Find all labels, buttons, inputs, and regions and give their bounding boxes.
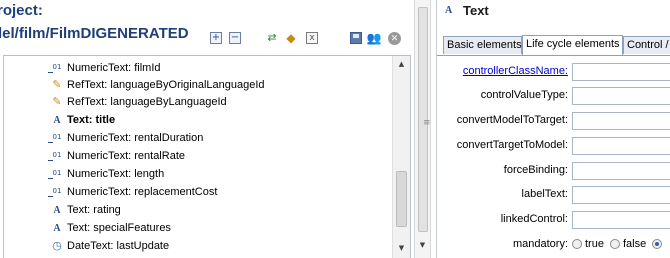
numeric-icon: 01 bbox=[47, 151, 62, 161]
save-icon[interactable] bbox=[350, 32, 362, 44]
tree-item[interactable]: 01 NumericText: filmId bbox=[47, 59, 161, 77]
ref-icon: ✎ bbox=[52, 95, 62, 108]
mandatory-true-radio[interactable] bbox=[572, 239, 582, 249]
tree-scrollbar[interactable]: ▲ ▼ bbox=[392, 56, 410, 258]
tree-item-label: Text: title bbox=[67, 114, 116, 126]
property-label: linkedControl: bbox=[500, 213, 568, 225]
properties-title: Text bbox=[463, 3, 489, 18]
property-value-field[interactable] bbox=[572, 137, 670, 155]
mandatory-third-radio[interactable] bbox=[652, 239, 663, 249]
property-link-label[interactable]: controllerClassName: bbox=[463, 65, 568, 77]
numeric-icon: 01 bbox=[47, 187, 62, 197]
mandatory-false-label: false bbox=[622, 238, 647, 250]
mandatory-radio-group[interactable]: true false bbox=[572, 238, 665, 250]
date-icon: ◷ bbox=[52, 239, 62, 252]
property-label: labelText: bbox=[521, 188, 568, 200]
property-value-field[interactable] bbox=[572, 112, 670, 130]
tab-control[interactable]: Control / D bbox=[623, 36, 670, 54]
sort-icon[interactable]: ◆ bbox=[285, 32, 297, 44]
model-path-title: lel/film/FilmDIGENERATED bbox=[0, 25, 189, 42]
project-header-label: roject: bbox=[0, 2, 43, 19]
property-label: controlValueType: bbox=[480, 89, 568, 101]
tab-life-cycle-elements[interactable]: Life cycle elements bbox=[522, 35, 623, 55]
numeric-icon: 01 bbox=[47, 133, 62, 143]
property-label: convertModelToTarget: bbox=[456, 114, 568, 126]
ref-icon: ✎ bbox=[52, 78, 62, 91]
tree-item-label: NumericText: length bbox=[67, 168, 165, 180]
properties-pane: A Text Basic elements Life cycle element… bbox=[436, 0, 670, 258]
tab-basic-elements[interactable]: Basic elements bbox=[443, 36, 522, 54]
tree-item[interactable]: ✎ RefText: languageByOriginalLanguageId bbox=[50, 76, 265, 94]
tree-item-label: DateText: lastUpdate bbox=[67, 240, 170, 252]
mandatory-false-radio[interactable] bbox=[609, 239, 620, 249]
tree-item-label: Text: rating bbox=[67, 204, 121, 216]
mandatory-label: mandatory: bbox=[512, 238, 568, 250]
tree-scroll-thumb[interactable] bbox=[396, 171, 407, 227]
property-value-field[interactable] bbox=[572, 63, 670, 81]
numeric-icon: 01 bbox=[47, 63, 62, 73]
properties-header: A Text bbox=[437, 0, 670, 22]
link-with-editor-icon[interactable]: ⇄ bbox=[266, 32, 278, 44]
tree-item-label: RefText: languageByLanguageId bbox=[67, 96, 227, 108]
property-value-field[interactable] bbox=[572, 211, 670, 229]
tree-item[interactable]: 01 NumericText: replacementCost bbox=[47, 183, 218, 201]
text-icon: A bbox=[53, 205, 61, 216]
tree-item[interactable]: A Text: specialFeatures bbox=[50, 219, 171, 237]
outline-pane: roject: lel/film/FilmDIGENERATED + − ⇄ ◆… bbox=[0, 0, 412, 258]
tree-item-label: NumericText: rentalDuration bbox=[67, 132, 204, 144]
tree-item[interactable]: A Text: rating bbox=[50, 201, 121, 219]
property-label: forceBinding: bbox=[503, 164, 568, 176]
expand-all-icon[interactable]: + bbox=[210, 32, 222, 44]
tree-item-label: NumericText: rentalRate bbox=[67, 150, 185, 162]
tree-item[interactable]: 01 NumericText: rentalRate bbox=[47, 147, 185, 165]
tree-item[interactable]: ◷ DateText: lastUpdate bbox=[50, 237, 169, 255]
tree-item[interactable]: 01 NumericText: length bbox=[47, 165, 165, 183]
mandatory-true-label: true bbox=[585, 238, 604, 250]
text-icon: A bbox=[53, 223, 61, 234]
stop-icon[interactable]: ✕ bbox=[388, 32, 401, 45]
scroll-down-icon[interactable]: ▼ bbox=[393, 240, 410, 256]
property-value-field[interactable] bbox=[572, 186, 670, 204]
text-icon: A bbox=[53, 115, 61, 126]
tree-item[interactable]: 01 NumericText: rentalDuration bbox=[47, 129, 204, 147]
pane-scrollbar[interactable]: ▼ bbox=[414, 0, 431, 258]
text-icon: A bbox=[445, 5, 453, 16]
collapse-all-icon[interactable]: − bbox=[229, 32, 241, 44]
tree-item-label: RefText: languageByOriginalLanguageId bbox=[67, 79, 265, 91]
sash-handle[interactable]: ≡ bbox=[423, 118, 431, 128]
tree-item[interactable]: A Text: title bbox=[50, 111, 115, 129]
tree-item-label: Text: specialFeatures bbox=[67, 222, 171, 234]
tree-item-label: NumericText: filmId bbox=[67, 62, 161, 74]
outline-tree[interactable]: 01 NumericText: filmId ✎ RefText: languageB… bbox=[3, 55, 411, 258]
tree-item[interactable]: ✎ RefText: languageByLanguageId bbox=[50, 93, 227, 111]
scroll-up-icon[interactable]: ▲ bbox=[393, 56, 410, 72]
users-icon[interactable]: 👥 bbox=[367, 32, 382, 44]
remove-icon[interactable]: x bbox=[306, 32, 318, 44]
property-label: convertTargetToModel: bbox=[456, 139, 568, 151]
scroll-down-icon[interactable]: ▼ bbox=[415, 238, 430, 252]
properties-tabs: Basic elements Life cycle elements Contr… bbox=[437, 35, 670, 56]
property-value-field[interactable] bbox=[572, 87, 670, 105]
property-value-field[interactable] bbox=[572, 162, 670, 180]
tree-item-label: NumericText: replacementCost bbox=[67, 186, 218, 198]
numeric-icon: 01 bbox=[47, 169, 62, 179]
